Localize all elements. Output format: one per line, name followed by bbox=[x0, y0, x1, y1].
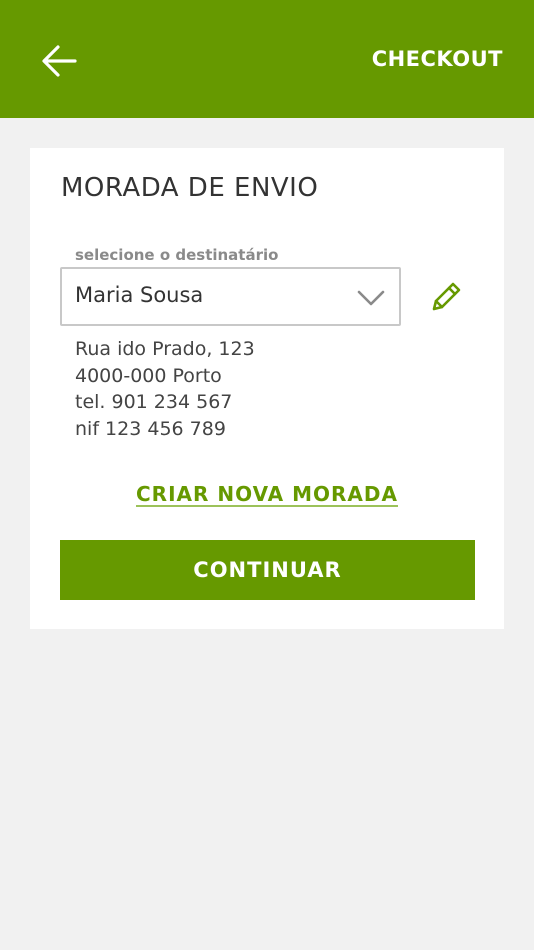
page-title: CHECKOUT bbox=[371, 47, 503, 71]
recipient-selected-value: Maria Sousa bbox=[75, 283, 204, 307]
new-address-link[interactable]: CRIAR NOVA MORADA bbox=[136, 482, 398, 506]
continue-button[interactable]: CONTINUAR bbox=[60, 540, 475, 600]
address-postal-city: 4000-000 Porto bbox=[75, 364, 222, 387]
address-block: Rua ido Prado, 123 4000-000 Porto tel. 9… bbox=[75, 336, 255, 442]
recipient-label: selecione o destinatário bbox=[75, 246, 279, 264]
section-title: MORADA DE ENVIO bbox=[61, 173, 319, 203]
new-address-link-wrapper: CRIAR NOVA MORADA bbox=[30, 482, 504, 506]
address-phone: tel. 901 234 567 bbox=[75, 391, 233, 413]
app-header: CHECKOUT bbox=[0, 0, 534, 118]
chevron-down-icon bbox=[357, 290, 385, 306]
pencil-icon bbox=[432, 282, 461, 311]
address-nif: nif 123 456 789 bbox=[75, 417, 226, 440]
shipping-address-card: MORADA DE ENVIO selecione o destinatário… bbox=[30, 148, 504, 629]
arrow-left-icon bbox=[42, 45, 77, 77]
address-street: Rua ido Prado, 123 bbox=[75, 338, 255, 360]
edit-recipient-button[interactable] bbox=[428, 279, 464, 315]
back-button[interactable] bbox=[36, 38, 82, 84]
recipient-select[interactable]: Maria Sousa bbox=[60, 267, 401, 326]
